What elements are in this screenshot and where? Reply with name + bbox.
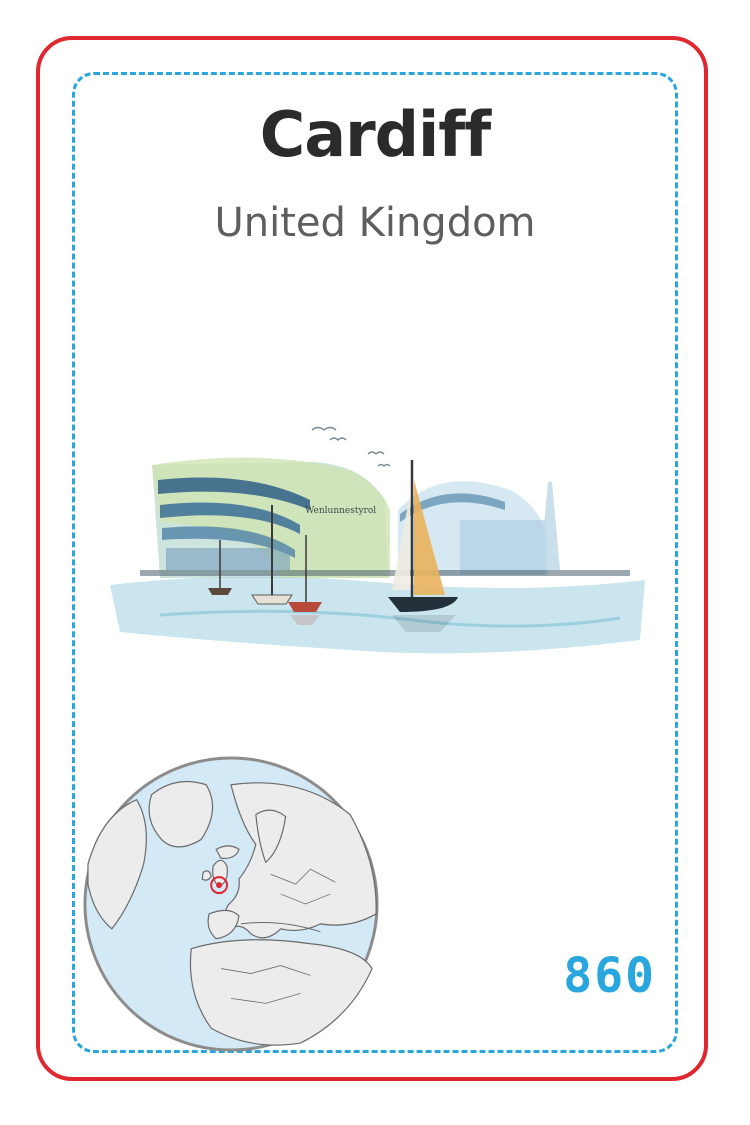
- city-name: Cardiff: [259, 98, 492, 171]
- svg-text:Wenlunnestyrol: Wenlunnestyrol: [305, 506, 376, 516]
- cardiff-bay-illustration: Wenlunnestyrol: [110, 426, 645, 654]
- globe-locator-map: [83, 756, 379, 1052]
- country-name: United Kingdom: [214, 200, 536, 246]
- card-number: 860: [563, 948, 656, 1004]
